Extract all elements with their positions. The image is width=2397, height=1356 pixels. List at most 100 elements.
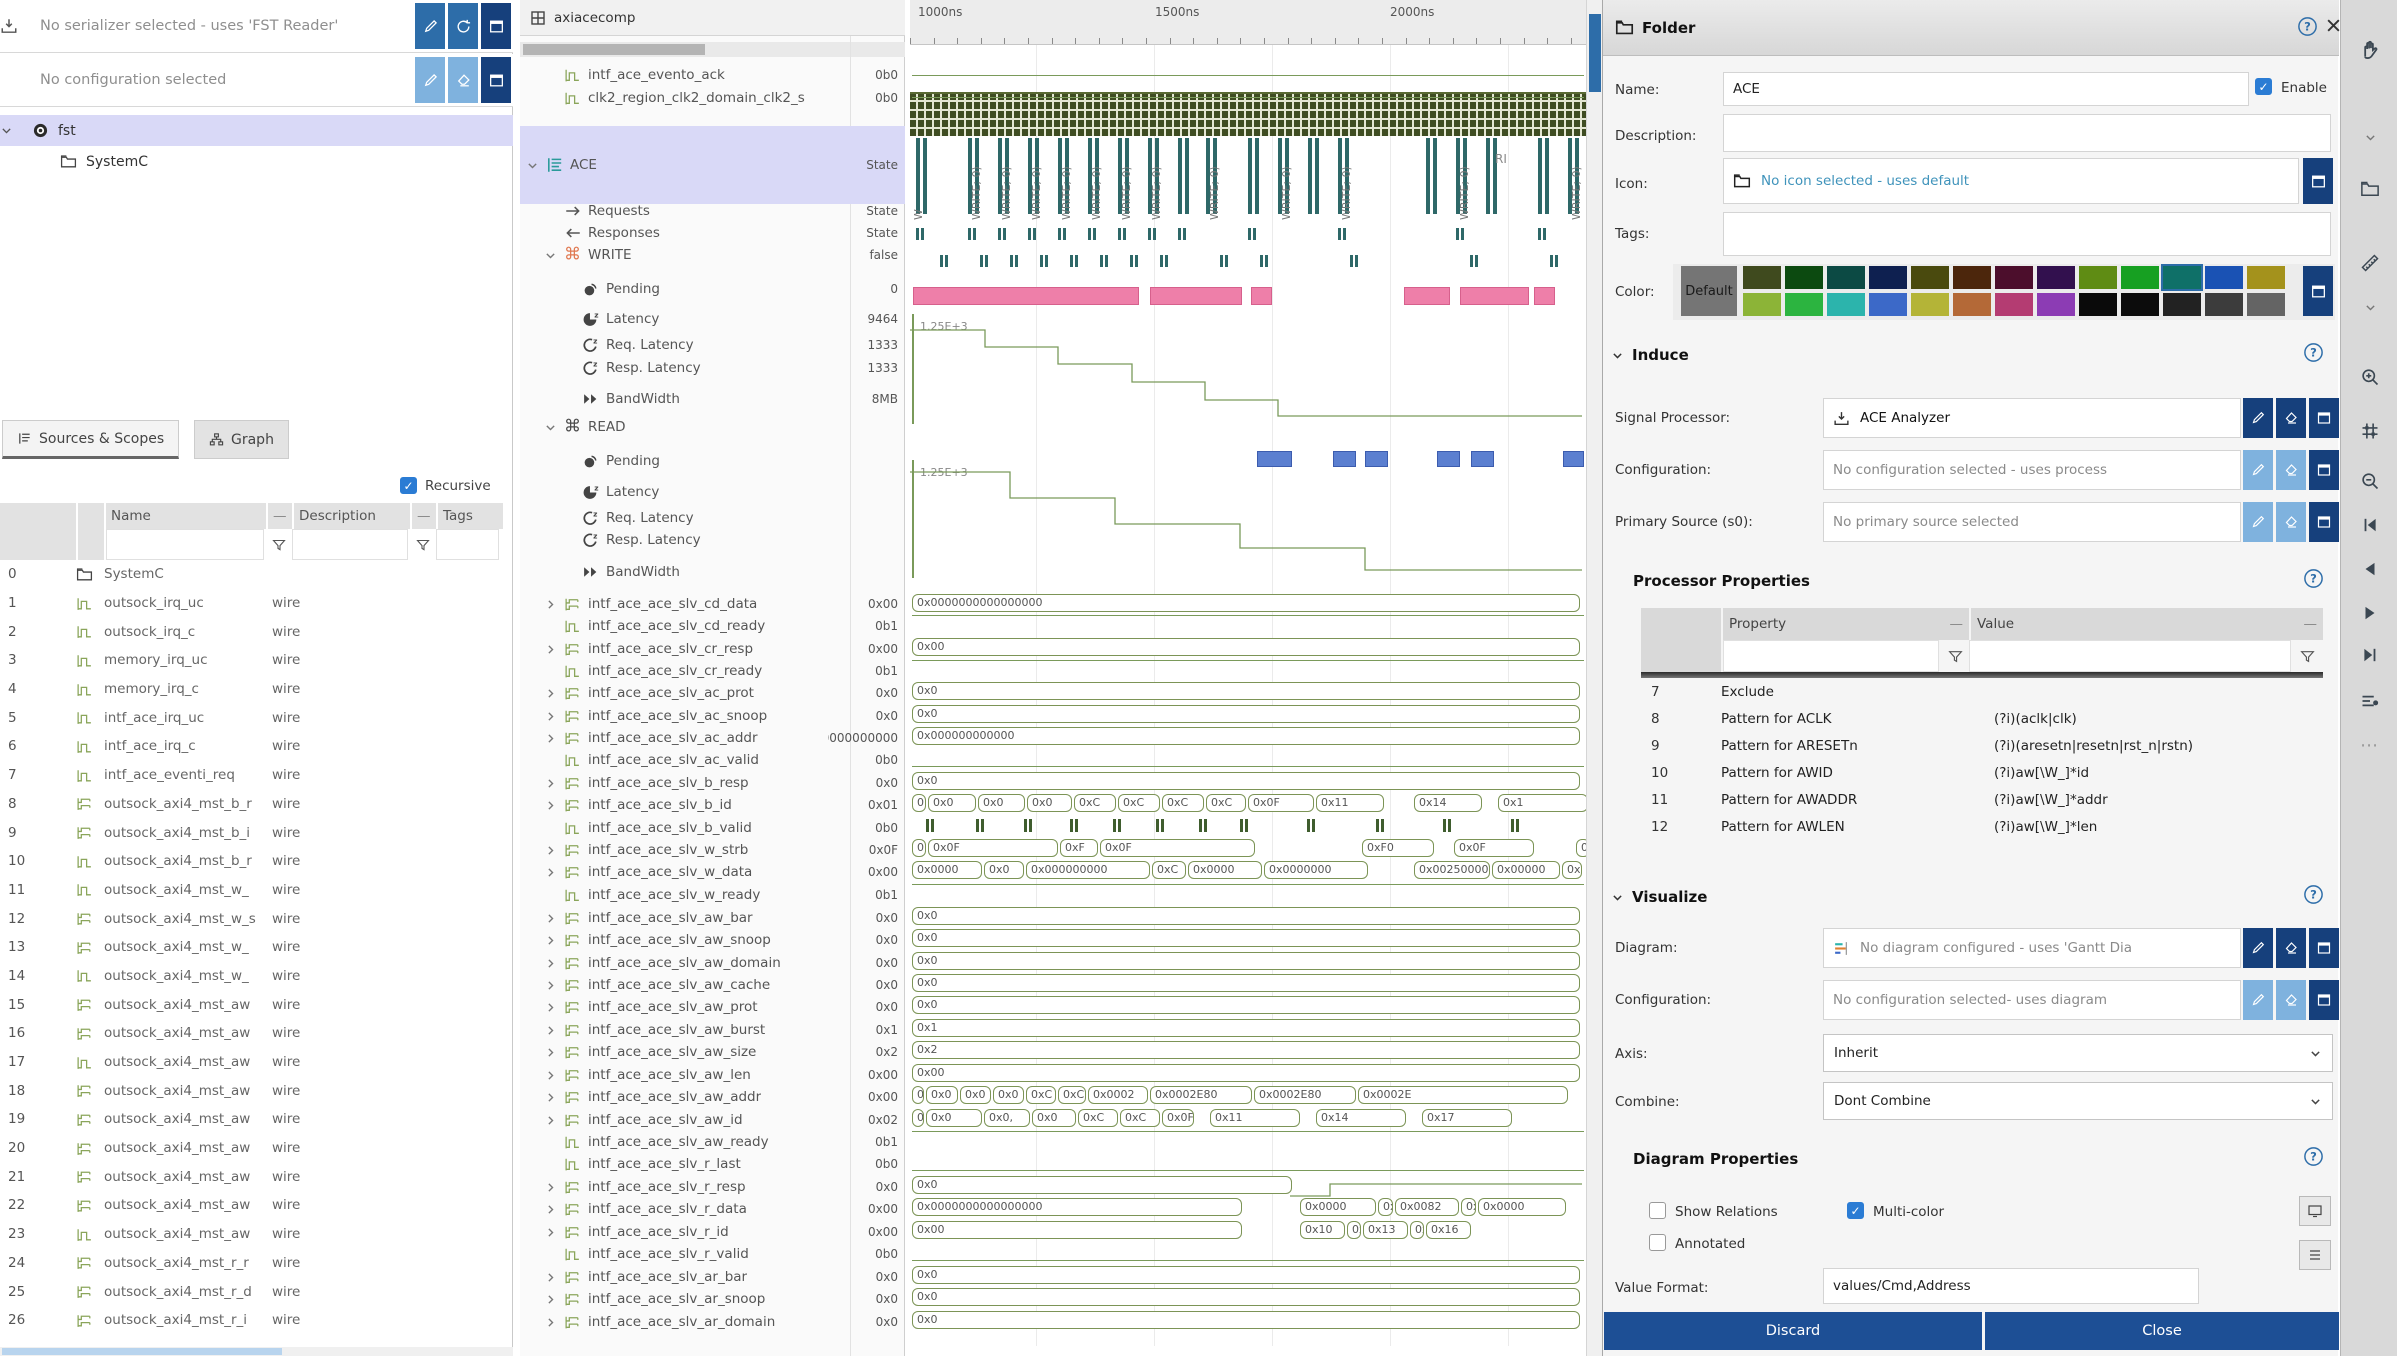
tab-sources-scopes[interactable]: Sources & Scopes	[2, 420, 179, 459]
value-cell[interactable]: 0xC	[1206, 794, 1246, 812]
value-cell[interactable]: 0x0	[984, 861, 1024, 879]
property-row[interactable]: 11Pattern for AWADDR(?i)aw[\W_]*addr	[1641, 786, 2323, 813]
scrollbar-thumb[interactable]	[523, 44, 705, 55]
table-row[interactable]: 2outsock_irq_cwire	[0, 617, 513, 646]
property-row[interactable]: 10Pattern for AWID(?i)aw[\W_]*id	[1641, 759, 2323, 786]
color-swatch[interactable]	[1785, 293, 1823, 316]
signal-tree-item-intf-ace-evento-ack[interactable]: intf_ace_evento_ack0b0	[520, 64, 905, 86]
color-swatch[interactable]	[2247, 266, 2285, 289]
help-icon[interactable]: ?	[2303, 884, 2324, 905]
edit-serializer-button[interactable]	[415, 3, 445, 49]
read-pending-bar[interactable]	[1333, 451, 1356, 467]
value-cell[interactable]: 0	[912, 1109, 924, 1127]
waveform-value-row[interactable]: 0x0	[912, 996, 1582, 1014]
waveform-vscrollbar[interactable]	[1586, 0, 1602, 1356]
value-cell[interactable]: 0x2	[912, 1041, 1580, 1059]
value-cell[interactable]: 0x0002	[1088, 1086, 1148, 1104]
value-cell[interactable]: 0x0	[960, 1086, 991, 1104]
multi-color-checkbox[interactable]: ✓	[1847, 1202, 1864, 1219]
value-cell[interactable]: 0x0000	[1300, 1198, 1376, 1216]
left-horizontal-scrollbar[interactable]	[0, 1347, 513, 1356]
settings-icon[interactable]	[2355, 686, 2385, 716]
filter-icon[interactable]	[410, 529, 436, 560]
value-cell[interactable]: 0x13	[1363, 1221, 1408, 1239]
ace-state-band[interactable]	[910, 92, 1586, 136]
signal-tree-item-intf-ace-ace-slv-w-data[interactable]: intf_ace_ace_slv_w_data0x00	[520, 861, 905, 883]
color-swatch[interactable]	[1995, 266, 2033, 289]
read-pending-bar[interactable]	[1471, 451, 1494, 467]
color-swatch[interactable]	[1785, 266, 1823, 289]
value-cell[interactable]: 0x0	[912, 1266, 1580, 1284]
description-field[interactable]	[1723, 114, 2331, 152]
waveform-value-row[interactable]: 0x0000000000000000	[912, 594, 1582, 612]
signal-tree-item-intf-ace-ace-slv-ar-snoop[interactable]: intf_ace_ace_slv_ar_snoop0x0	[520, 1288, 905, 1310]
help-icon[interactable]: ?	[2303, 342, 2324, 363]
signal-tree-item-intf-ace-ace-slv-aw-snoop[interactable]: intf_ace_ace_slv_aw_snoop0x0	[520, 929, 905, 951]
time-axis[interactable]: 1000ns1500ns2000ns	[910, 0, 1586, 45]
value-cell[interactable]: 0xC	[1026, 1086, 1056, 1104]
icon-dialog-button[interactable]	[2303, 158, 2333, 204]
edit-induce-config-button[interactable]	[2243, 450, 2273, 490]
value-cell[interactable]: 0xF	[1060, 839, 1098, 857]
table-row[interactable]: 12outsock_axi4_mst_w_swire	[0, 904, 513, 933]
value-cell[interactable]: 0xC	[1078, 1109, 1118, 1127]
signal-processor-field[interactable]: ACE Analyzer	[1823, 398, 2241, 438]
chevron-right-icon[interactable]	[544, 1091, 557, 1104]
signal-tree-item-intf-ace-ace-slv-aw-ready[interactable]: intf_ace_ace_slv_aw_ready0b1	[520, 1131, 905, 1153]
chevron-right-icon[interactable]	[544, 799, 557, 812]
chevron-right-icon[interactable]	[544, 732, 557, 745]
signal-tree-item-intf-ace-ace-slv-ac-prot[interactable]: intf_ace_ace_slv_ac_prot0x0	[520, 682, 905, 704]
table-row[interactable]: 19outsock_axi4_mst_awwire	[0, 1105, 513, 1134]
signal-tree-item-intf-ace-ace-slv-b-id[interactable]: intf_ace_ace_slv_b_id0x01	[520, 794, 905, 816]
edit-visualize-config-button[interactable]	[2243, 980, 2273, 1020]
waveform-value-row[interactable]: 0x0	[912, 907, 1582, 925]
value-cell[interactable]: 0x00250000	[1414, 861, 1490, 879]
clear-processor-button[interactable]	[2276, 398, 2306, 438]
value-cell[interactable]: 0x16	[1426, 1221, 1471, 1239]
signal-tree-item-bandwidth[interactable]: BandWidth	[520, 561, 905, 583]
property-row[interactable]: 8Pattern for ACLK(?i)(aclk|clk)	[1641, 705, 2323, 732]
signal-tree-item-ace[interactable]: ACEState	[520, 126, 905, 204]
table-row[interactable]: 0SystemC	[0, 560, 513, 589]
write-pending-bar[interactable]	[1460, 287, 1529, 305]
primary-source-dialog-button[interactable]	[2309, 502, 2339, 542]
screen-preview-button[interactable]	[2299, 1196, 2331, 1226]
value-cell[interactable]: 0x0	[978, 794, 1025, 812]
color-swatch[interactable]	[1911, 266, 1949, 289]
signal-tree-item-intf-ace-ace-slv-aw-addr[interactable]: intf_ace_ace_slv_aw_addr0x00	[520, 1086, 905, 1108]
tags-field[interactable]	[1723, 212, 2331, 256]
signal-tree-item-pending[interactable]: Pending0	[520, 278, 905, 300]
value-cell[interactable]: 0x0	[1027, 794, 1072, 812]
waveform-value-row[interactable]: 0x0	[912, 974, 1582, 992]
chevron-right-icon[interactable]	[544, 1001, 557, 1014]
list-options-button[interactable]	[2299, 1240, 2331, 1270]
table-row[interactable]: 13outsock_axi4_mst_w_wire	[0, 933, 513, 962]
value-filter-input[interactable]	[1969, 640, 2291, 672]
value-cell[interactable]: 0x10	[1300, 1221, 1345, 1239]
name-field[interactable]: ACE	[1723, 72, 2249, 106]
table-row[interactable]: 20outsock_axi4_mst_awwire	[0, 1134, 513, 1163]
value-cell[interactable]: 0x0	[912, 705, 1580, 723]
value-cell[interactable]: 0x0000	[1478, 1198, 1566, 1216]
value-cell[interactable]: 0x00000	[1492, 861, 1560, 879]
value-cell[interactable]: 0x0082	[1395, 1198, 1459, 1216]
chevron-right-icon[interactable]	[544, 934, 557, 947]
signal-tree-item-intf-ace-ace-slv-b-valid[interactable]: intf_ace_ace_slv_b_valid0b0	[520, 817, 905, 839]
edit-processor-button[interactable]	[2243, 398, 2273, 438]
edit-diagram-button[interactable]	[2243, 928, 2273, 968]
value-cell[interactable]: 0x0002E	[1358, 1086, 1568, 1104]
value-cell[interactable]: 0x11	[1316, 794, 1384, 812]
signal-tree-item-requests[interactable]: RequestsState	[520, 200, 905, 222]
scrollbar-thumb[interactable]	[1589, 14, 1601, 92]
chevron-right-icon[interactable]	[544, 1114, 557, 1127]
value-cell[interactable]: 0x0	[912, 929, 1580, 947]
value-cell[interactable]: 0xF0	[1362, 839, 1434, 857]
write-pending-bar[interactable]	[1534, 287, 1555, 305]
color-swatch[interactable]	[1827, 266, 1865, 289]
chevron-right-icon[interactable]	[544, 777, 557, 790]
value-cell[interactable]: 0x0	[912, 682, 1580, 700]
write-pending-bar[interactable]	[1251, 287, 1272, 305]
skip-first-icon[interactable]	[2355, 510, 2385, 540]
signal-tree-item-intf-ace-ace-slv-r-data[interactable]: intf_ace_ace_slv_r_data0x00	[520, 1198, 905, 1220]
value-cell[interactable]: 0x0	[912, 974, 1580, 992]
